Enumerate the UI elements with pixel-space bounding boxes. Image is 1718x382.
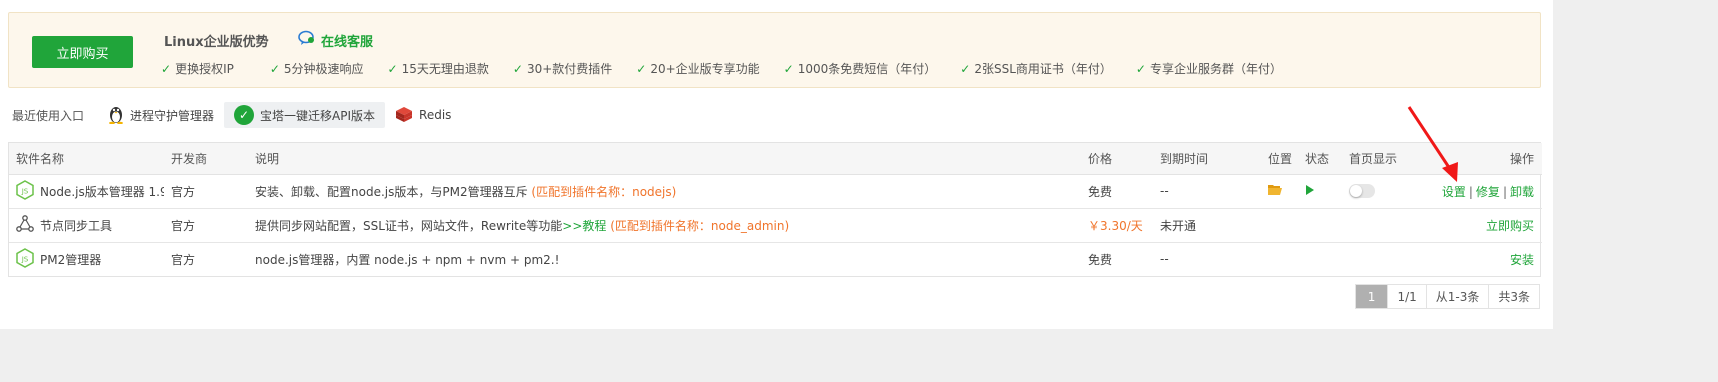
col-status: 状态 [1298,143,1342,175]
ops-cell: 立即购买 [1432,208,1542,243]
nodejs-icon: JS [16,247,34,271]
folder-icon[interactable] [1268,184,1282,199]
plugin-match-note: (匹配到插件名称：node_admin) [610,218,790,233]
vendor-cell: 官方 [164,174,248,209]
home-display-cell [1342,242,1432,276]
software-name[interactable]: PM2管理器 [40,251,101,268]
page-total: 共3条 [1498,290,1530,304]
bottom-gutter [0,329,1718,382]
status-cell [1298,242,1342,276]
col-desc: 说明 [248,143,1081,175]
online-service-label: 在线客服 [321,34,374,50]
page-current[interactable]: 1 [1355,285,1389,308]
status-cell [1298,208,1342,243]
node-sync-icon [16,214,34,236]
desc-cell: node.js管理器，内置 node.js + npm + nvm + pm2.… [255,252,560,267]
install-link[interactable]: 安装 [1510,253,1534,267]
vendor-cell: 官方 [164,208,248,243]
buy-now-button[interactable]: 立即购买 [32,36,133,68]
check-icon: ✓ [269,61,280,76]
price-cell: ￥3.30/天 [1081,208,1153,243]
recent-item-label: 宝塔一键迁移API版本 [260,108,376,123]
recent-entries: 最近使用入口 进程守护管理器 ✓ 宝塔一键迁移API版本 Redis [12,102,461,128]
desc-cell: 安装、卸载、配置node.js版本，与PM2管理器互斥 (匹配到插件名称：nod… [248,174,1081,209]
table-row: 节点同步工具 官方 提供同步网站配置，SSL证书，网站文件，Rewrite等功能… [9,208,1542,243]
expire-cell: -- [1160,252,1169,267]
penguin-icon [108,104,124,127]
table-row: JS PM2管理器 官方 node.js管理器，内置 node.js + npm… [9,242,1542,276]
repair-link[interactable]: 修复 [1476,185,1500,199]
check-icon: ✓ [512,61,523,76]
price-cell: 免费 [1088,252,1113,267]
software-table: 软件名称 开发商 说明 价格 到期时间 位置 状态 首页显示 操作 JS Nod [8,142,1542,277]
svg-text:JS: JS [21,255,29,263]
recent-item-redis[interactable]: Redis [385,102,461,128]
nodejs-icon: JS [16,179,34,203]
check-icon: ✓ [387,61,398,76]
recent-item-migration[interactable]: ✓ 宝塔一键迁移API版本 [224,102,386,128]
feature-item: ✓ 1000条免费短信（年付） [783,61,937,77]
tutorial-link[interactable]: >>教程 [562,219,606,233]
location-cell [1261,208,1298,243]
pagination: 1 1/1 从1-3条 共3条 [1354,284,1540,309]
upgrade-banner: 立即购买 Linux企业版优势 在线客服 ✓ 更换授权IP ✓ 5分钟极速响应 ✓ 1… [8,12,1541,88]
chat-service-icon [298,30,316,50]
check-icon: ✓ [1135,61,1146,76]
svg-text:JS: JS [21,187,29,195]
col-vendor: 开发商 [164,143,248,175]
recent-item-label: Redis [419,108,452,122]
check-icon: ✓ [960,61,971,76]
check-icon: ✓ [783,61,794,76]
page-range: 从1-3条 [1427,285,1490,308]
annotation-arrow [1407,106,1458,182]
online-service-link[interactable]: 在线客服 [298,30,373,50]
feature-item: ✓ 30+款付费插件 [512,61,613,77]
check-icon: ✓ [636,61,647,76]
recent-entries-label: 最近使用入口 [12,108,85,123]
col-expire[interactable]: 到期时间 [1153,143,1261,175]
redis-icon [395,106,413,125]
expire-cell: 未开通 [1153,208,1261,243]
col-price[interactable]: 价格 [1081,143,1153,175]
home-display-toggle[interactable] [1349,184,1375,199]
feature-item: ✓ 更换授权IP [161,61,234,77]
expire-cell: -- [1153,174,1261,209]
uninstall-link[interactable]: 卸载 [1510,185,1534,199]
check-circle-icon: ✓ [234,105,255,125]
feature-item: ✓ 2张SSL商用证书（年付） [960,61,1112,77]
feature-item: ✓ 专享企业服务群（年付） [1135,61,1282,77]
right-gutter [1553,0,1718,329]
col-location: 位置 [1261,143,1298,175]
ops-cell: 安装 [1432,242,1542,276]
col-name[interactable]: 软件名称 [9,143,164,175]
feature-item: ✓ 20+企业版专享功能 [636,61,760,77]
location-cell [1261,242,1298,276]
feature-list: ✓ 更换授权IP ✓ 5分钟极速响应 ✓ 15天无理由退款 ✓ 30+款付费插件 ✓ 20… [161,60,1282,77]
recent-item-process-guard[interactable]: 进程守护管理器 [98,102,224,128]
feature-item: ✓ 5分钟极速响应 [269,61,364,77]
software-name[interactable]: Node.js版本管理器 1.9 [40,183,164,200]
price-cell: 免费 [1081,174,1153,209]
feature-item: ✓ 15天无理由退款 [387,61,489,77]
vendor-cell: 官方 [171,252,196,267]
desc-cell: 提供同步网站配置，SSL证书，网站文件，Rewrite等功能>>教程 (匹配到插… [248,208,1081,243]
check-icon: ✓ [161,61,172,76]
table-row: JS Node.js版本管理器 1.9 官方 安装、卸载、配置node.js版本… [9,174,1542,209]
settings-link[interactable]: 设置 [1442,185,1466,199]
location-cell [1261,174,1298,209]
table-header: 软件名称 开发商 说明 价格 到期时间 位置 状态 首页显示 操作 [9,143,1542,175]
home-display-cell [1342,208,1432,243]
plugin-match-note: (匹配到插件名称：nodejs) [531,184,677,199]
buy-now-link[interactable]: 立即购买 [1486,219,1534,233]
software-name[interactable]: 节点同步工具 [40,217,112,234]
status-cell [1298,174,1342,209]
banner-title: Linux企业版优势 [164,35,269,50]
recent-item-label: 进程守护管理器 [130,108,215,123]
play-icon[interactable] [1305,184,1315,199]
page-count: 1/1 [1388,285,1427,308]
